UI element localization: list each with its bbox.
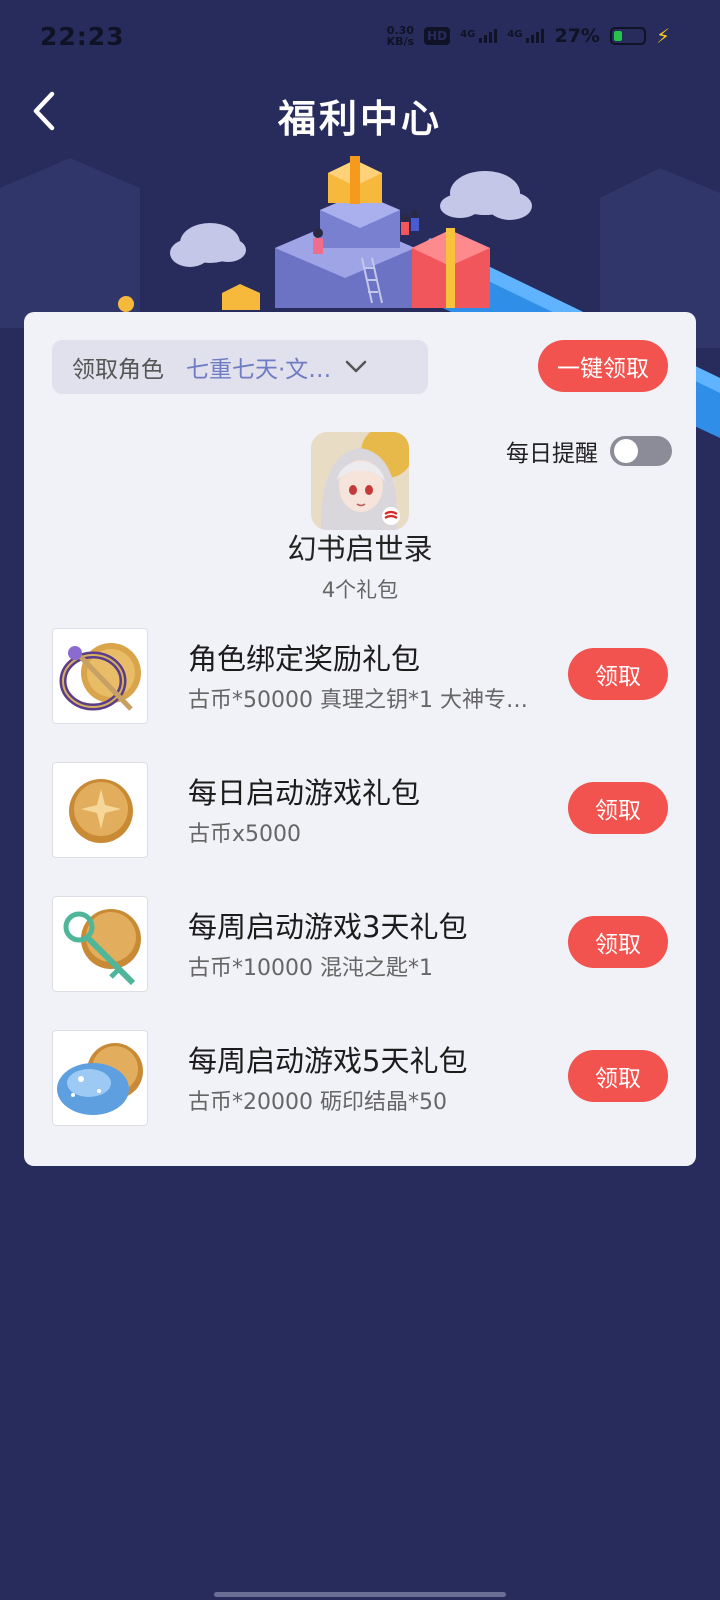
battery-percent: 27%	[554, 25, 600, 47]
network-type-label: 4G	[507, 29, 523, 40]
pack-thumbnail	[52, 896, 148, 992]
pack-item: 每周启动游戏5天礼包 古币*20000 砺印结晶*50 领取	[52, 1030, 668, 1164]
status-icons: 0.30 KB/s HD 4G 4G 27% ⚡	[387, 24, 670, 48]
network-type-label: 4G	[460, 29, 476, 40]
pack-list: 角色绑定奖励礼包 古币*50000 真理之钥*1 大神专… 领取 每日启动游戏礼…	[52, 628, 668, 1164]
charging-icon: ⚡	[655, 24, 670, 48]
role-selector[interactable]: 领取角色 七重七天·文…	[52, 340, 428, 394]
pack-title: 每日启动游戏礼包	[188, 776, 421, 810]
claim-button[interactable]: 领取	[568, 648, 668, 700]
game-name: 幻书启世录	[287, 532, 433, 566]
pack-title: 每周启动游戏5天礼包	[188, 1044, 468, 1078]
toggle-knob	[614, 439, 638, 463]
pack-description: 古币*50000 真理之钥*1 大神专…	[188, 688, 528, 713]
network-speed-unit: KB/s	[386, 35, 415, 48]
pack-description: 古币x5000	[188, 822, 302, 847]
game-character-icon	[311, 432, 409, 530]
pack-item: 每周启动游戏3天礼包 古币*10000 混沌之匙*1 领取	[52, 896, 668, 1030]
role-label: 领取角色	[72, 357, 164, 383]
coin-green-key-icon	[63, 909, 141, 986]
status-bar: 22:23 0.30 KB/s HD 4G 4G 27% ⚡	[0, 0, 720, 78]
claim-button[interactable]: 领取	[568, 916, 668, 968]
role-value: 七重七天·文…	[186, 357, 332, 383]
game-icon	[311, 432, 409, 530]
pack-thumbnail	[52, 628, 148, 724]
pack-item: 每日启动游戏礼包 古币x5000 领取	[52, 762, 668, 896]
pack-thumbnail	[52, 1030, 148, 1126]
daily-reminder-toggle[interactable]	[610, 436, 672, 466]
claim-button[interactable]: 领取	[568, 782, 668, 834]
claim-all-button[interactable]: 一键领取	[538, 340, 668, 392]
daily-reminder-label: 每日提醒	[506, 441, 598, 467]
battery-icon	[609, 27, 646, 45]
gold-coin-icon	[69, 779, 133, 843]
coin-blue-crystal-icon	[57, 1043, 143, 1115]
page-title: 福利中心	[277, 97, 442, 141]
signal-icon-sim1: 4G	[460, 29, 498, 43]
home-indicator[interactable]	[214, 1592, 506, 1597]
claim-button[interactable]: 领取	[568, 1050, 668, 1102]
chevron-down-icon	[346, 360, 367, 373]
pack-item: 角色绑定奖励礼包 古币*50000 真理之钥*1 大神专… 领取	[52, 628, 668, 762]
network-speed: 0.30 KB/s	[387, 25, 414, 47]
signal-icon-sim2: 4G	[507, 29, 545, 43]
pack-count: 4个礼包	[321, 578, 399, 602]
hd-icon: HD	[424, 27, 451, 45]
pack-thumbnail	[52, 762, 148, 858]
pack-description: 古币*10000 混沌之匙*1	[188, 956, 433, 981]
pack-title: 角色绑定奖励礼包	[188, 642, 421, 676]
pack-title: 每周启动游戏3天礼包	[188, 910, 468, 944]
header: 福利中心	[0, 78, 720, 148]
screen: 22:23 0.30 KB/s HD 4G 4G 27% ⚡ 福利中心 领取角色…	[0, 0, 720, 1600]
welfare-card: 领取角色 七重七天·文… 一键领取 每日提醒 幻书启世录 4个礼包 角色绑定奖励…	[24, 312, 696, 1166]
daily-reminder: 每日提醒	[506, 434, 672, 468]
coin-key-ornament-icon	[59, 643, 141, 711]
status-time: 22:23	[40, 22, 125, 51]
pack-description: 古币*20000 砺印结晶*50	[188, 1090, 447, 1115]
